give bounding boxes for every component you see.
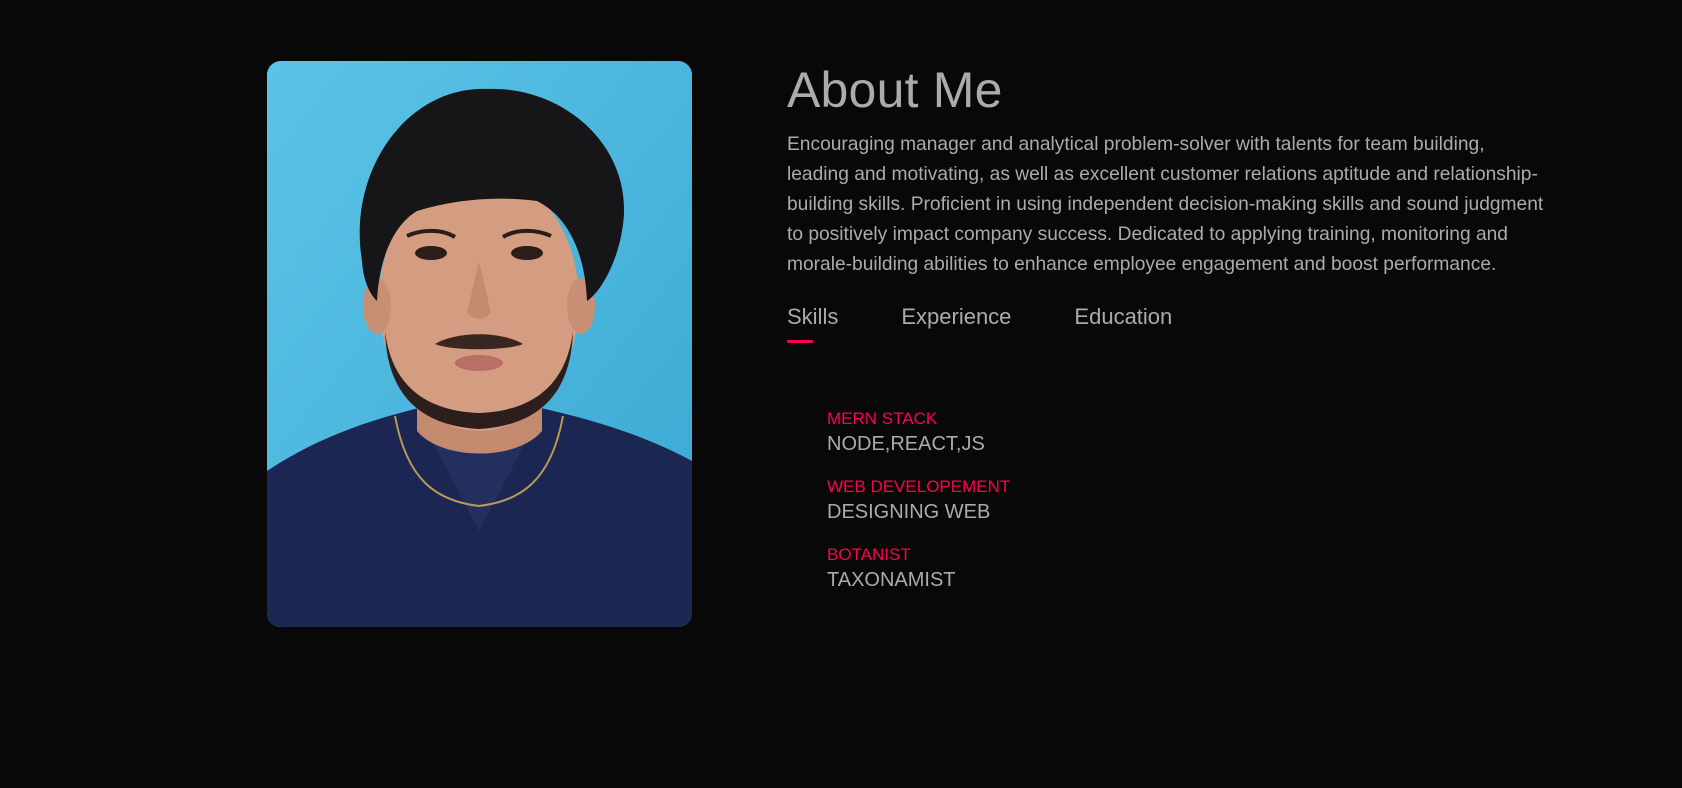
- tab-education-label: Education: [1074, 304, 1173, 329]
- about-content: About Me Encouraging manager and analyti…: [787, 56, 1567, 613]
- list-item: WEB DEVELOPEMENT DESIGNING WEB: [827, 477, 1567, 527]
- tab-skills-label: Skills: [787, 304, 839, 329]
- bio-paragraph: Encouraging manager and analytical probl…: [787, 134, 1544, 275]
- skill-value: TAXONAMIST: [827, 569, 956, 591]
- profile-photo: [267, 61, 692, 627]
- tab-bar: Skills Experience Education: [787, 302, 1567, 352]
- skill-category: MERN STACK: [827, 409, 938, 428]
- profile-photo-illustration: [267, 61, 692, 627]
- skill-value: NODE,REACT,JS: [827, 433, 985, 455]
- tab-education[interactable]: Education: [1074, 302, 1172, 346]
- about-section: About Me Encouraging manager and analyti…: [0, 0, 1682, 788]
- list-item: BOTANIST TAXONAMIST: [827, 545, 1567, 595]
- list-item: MERN STACK NODE,REACT,JS: [827, 409, 1567, 459]
- tab-experience[interactable]: Experience: [901, 302, 1011, 346]
- page-title: About Me: [787, 62, 1003, 118]
- active-tab-indicator: [787, 340, 813, 343]
- tab-skills[interactable]: Skills: [787, 302, 838, 346]
- skill-category: BOTANIST: [827, 545, 911, 564]
- skills-list: MERN STACK NODE,REACT,JS WEB DEVELOPEMEN…: [827, 409, 1567, 595]
- skill-category: WEB DEVELOPEMENT: [827, 477, 1011, 496]
- skill-value: DESIGNING WEB: [827, 501, 991, 523]
- tab-experience-label: Experience: [901, 304, 1012, 329]
